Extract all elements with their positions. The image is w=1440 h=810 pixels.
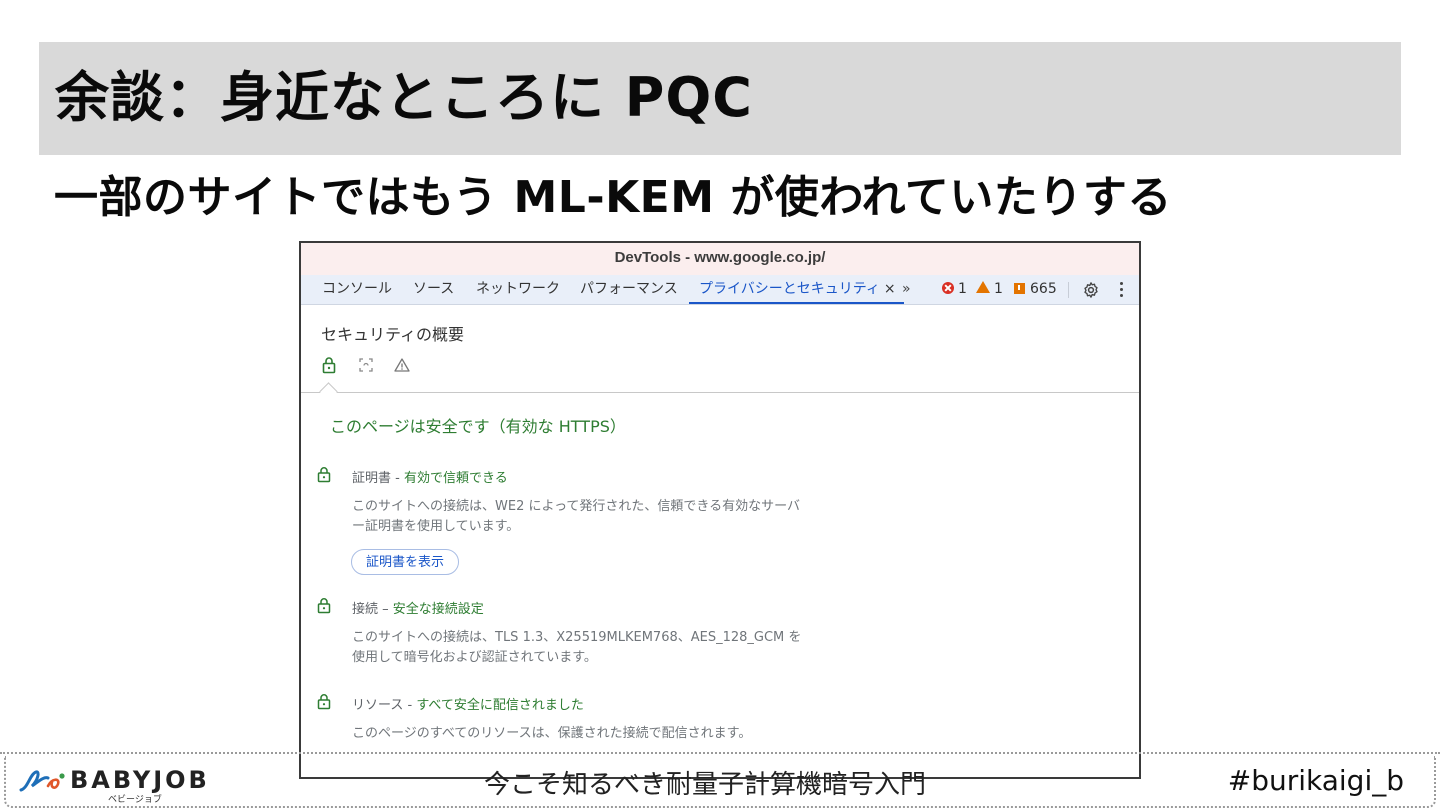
connection-section: 接続 – 安全な接続設定 このサイトへの接続は、TLS 1.3、X25519ML… xyxy=(317,597,817,667)
certificate-description: このサイトへの接続は、WE2 によって発行された、信頼できる有効なサーバー証明書… xyxy=(352,499,801,534)
slide-title-bar: 余談：身近なところに PQC xyxy=(39,42,1401,155)
presentation-title: 今こそ知るべき耐量子計算機暗号入門 xyxy=(484,770,927,800)
devtools-tab-bar: コンソール ソース ネットワーク パフォーマンス プライバシーとセキュリティ × … xyxy=(301,275,1139,305)
certificate-label: 証明書 xyxy=(352,471,392,486)
error-icon xyxy=(942,282,954,294)
babyjob-logo: BABYJOB ベビージョブ xyxy=(18,762,207,805)
gear-icon[interactable] xyxy=(1082,281,1100,299)
connection-title: 接続 – 安全な接続設定 xyxy=(352,598,484,617)
close-icon[interactable]: × xyxy=(884,281,896,297)
error-counter[interactable]: 1 xyxy=(942,275,967,304)
footer-divider xyxy=(0,752,1440,754)
toolbar-divider xyxy=(1068,282,1069,298)
page-security-status: このページは安全です（有効な HTTPS） xyxy=(330,417,626,436)
lock-icon xyxy=(317,694,331,710)
connection-status: 安全な接続設定 xyxy=(392,602,484,617)
tab-privacy-security-label: プライバシーとセキュリティ xyxy=(699,281,880,297)
certificate-section: 証明書 - 有効で信頼できる このサイトへの接続は、WE2 によって発行された、… xyxy=(317,466,817,576)
kebab-menu-icon[interactable] xyxy=(1118,279,1124,301)
certificate-separator: - xyxy=(391,471,404,486)
panel-divider xyxy=(301,392,1139,393)
selected-view-pointer xyxy=(319,382,338,401)
connection-description: このサイトへの接続は、TLS 1.3、X25519MLKEM768、AES_12… xyxy=(352,630,802,665)
tab-sources[interactable]: ソース xyxy=(413,275,454,304)
logo-mark-icon xyxy=(19,770,65,792)
lock-icon xyxy=(317,598,331,614)
tab-performance[interactable]: パフォーマンス xyxy=(580,275,678,304)
warning-icon xyxy=(976,281,990,293)
issues-counter[interactable]: 665 xyxy=(1014,275,1057,304)
lock-icon xyxy=(317,467,331,483)
resources-label: リソース xyxy=(352,698,404,713)
issue-icon xyxy=(1014,283,1025,294)
issues-count: 665 xyxy=(1030,281,1057,297)
resources-description: このページのすべてのリソースは、保護された接続で配信されます。 xyxy=(352,726,752,741)
warning-outline-icon[interactable] xyxy=(394,356,410,374)
certificate-title: 証明書 - 有効で信頼できる xyxy=(352,467,508,486)
error-count: 1 xyxy=(958,281,967,297)
connection-label: 接続 xyxy=(352,602,379,617)
tab-network[interactable]: ネットワーク xyxy=(476,275,560,304)
devtools-window: DevTools - www.google.co.jp/ コンソール ソース ネ… xyxy=(299,241,1141,779)
slide-title: 余談：身近なところに PQC xyxy=(55,66,753,129)
chevron-double-right-icon[interactable]: » xyxy=(902,275,911,303)
tab-console[interactable]: コンソール xyxy=(322,275,392,304)
devtools-window-title: DevTools - www.google.co.jp/ xyxy=(301,243,1139,275)
resources-separator: - xyxy=(403,698,417,713)
resources-section: リソース - すべて安全に配信されました このページのすべてのリソースは、保護さ… xyxy=(317,693,817,753)
event-hashtag: #burikaigi_b xyxy=(1227,764,1404,797)
resources-title: リソース - すべて安全に配信されました xyxy=(352,694,584,713)
scan-icon[interactable] xyxy=(358,356,374,374)
resources-status: すべて安全に配信されました xyxy=(416,698,584,713)
tab-privacy-security[interactable]: プライバシーとセキュリティ × xyxy=(689,275,904,304)
certificate-status: 有効で信頼できる xyxy=(403,471,508,486)
warning-count: 1 xyxy=(994,281,1003,297)
logo-kana: ベビージョブ xyxy=(108,795,162,805)
security-overview-heading: セキュリティの概要 xyxy=(321,325,465,344)
slide-subtitle: 一部のサイトではもう ML-KEM が使われていたりする xyxy=(54,172,1172,223)
view-certificate-button[interactable]: 証明書を表示 xyxy=(351,549,460,575)
connection-separator: – xyxy=(378,602,393,617)
warning-counter[interactable]: 1 xyxy=(976,275,1003,304)
logo-text: BABYJOB xyxy=(70,766,210,794)
lock-icon[interactable] xyxy=(321,356,337,374)
